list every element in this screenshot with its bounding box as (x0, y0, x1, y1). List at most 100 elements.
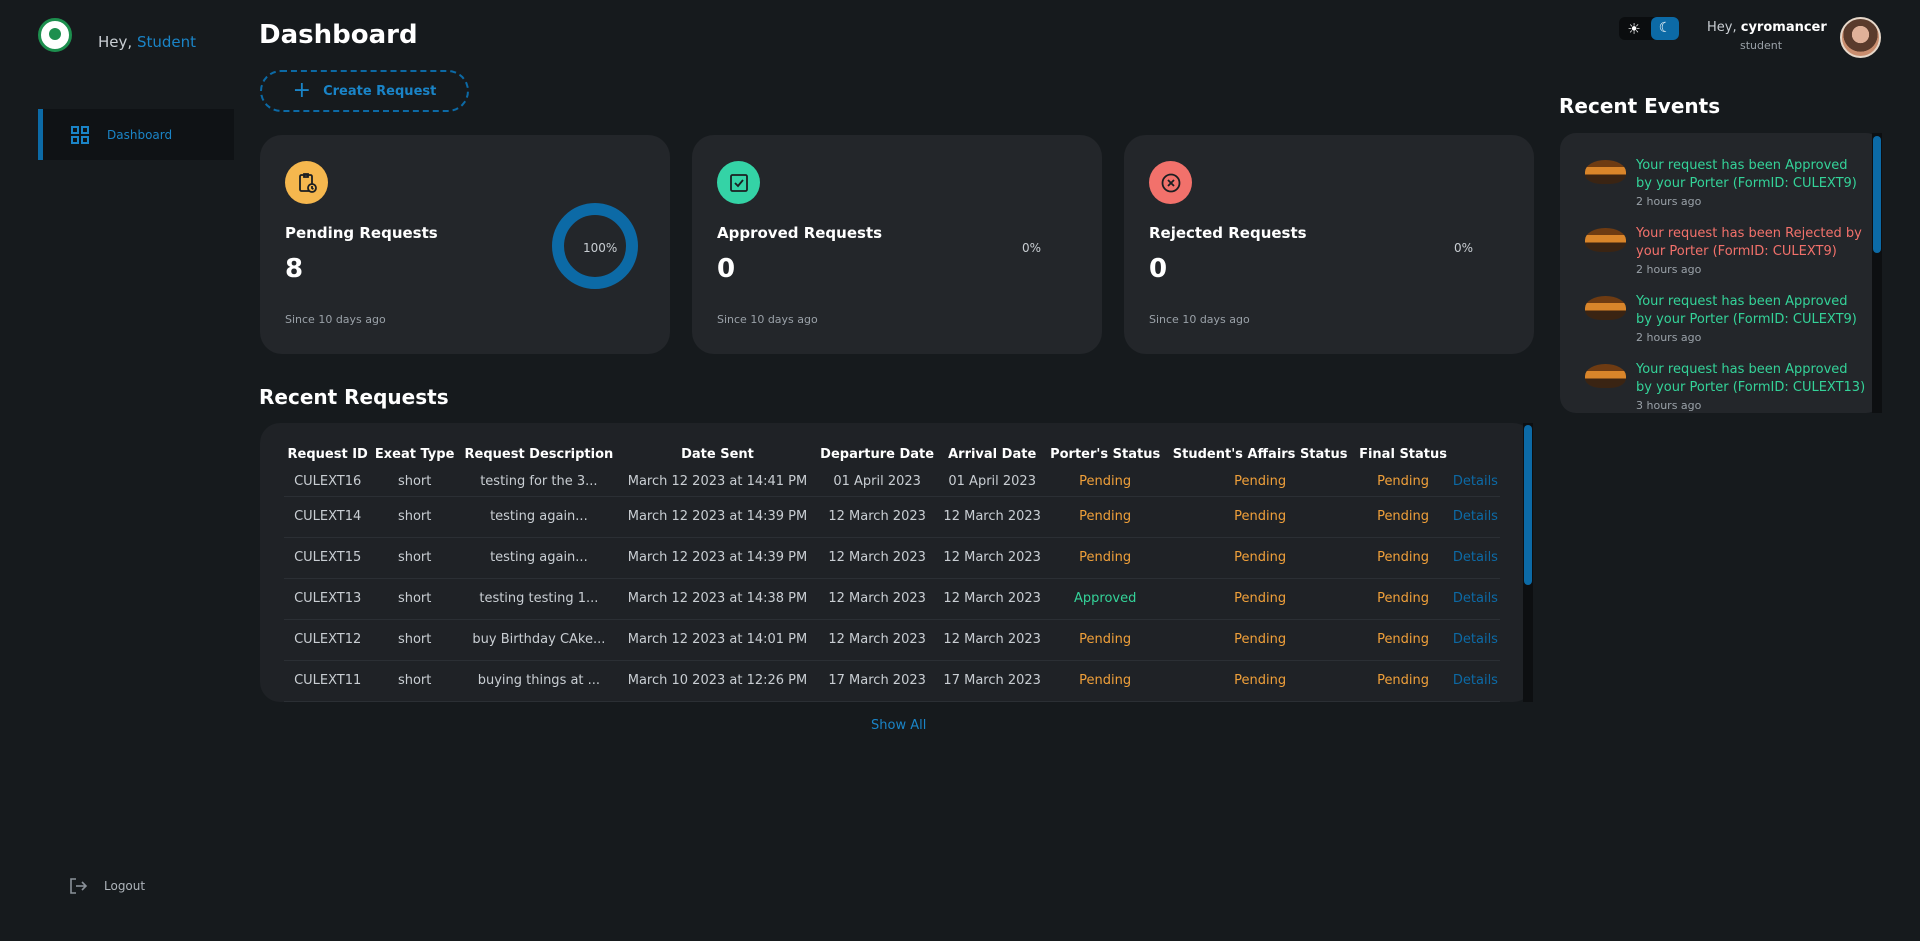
university-logo (38, 18, 72, 52)
rejected-requests-card: Rejected Requests 0 Since 10 days ago 0% (1124, 135, 1534, 354)
details-link[interactable]: Details (1450, 537, 1500, 579)
sun-icon[interactable]: ☀ (1625, 20, 1643, 38)
cell-arrival: 12 March 2023 (939, 619, 1046, 661)
porter-status-cell: Pending (1045, 468, 1166, 497)
porter-status-cell: Pending (1045, 537, 1166, 579)
column-header: Departure Date (820, 447, 935, 462)
cell-arrival: 01 April 2023 (939, 468, 1046, 497)
show-all-link[interactable]: Show All (871, 718, 926, 733)
final-status-cell: Pending (1355, 619, 1451, 661)
cell-departure: 01 April 2023 (815, 468, 940, 497)
cell-sent: March 12 2023 at 14:39 PM (619, 496, 816, 538)
details-link[interactable]: Details (1450, 496, 1500, 538)
recent-requests-title: Recent Requests (259, 385, 449, 409)
event-thumbnail (1585, 364, 1626, 388)
cell-type: short (371, 537, 458, 579)
column-header: Request ID (287, 447, 368, 462)
cell-departure: 12 March 2023 (815, 496, 940, 538)
user-name: cyromancer (1740, 20, 1827, 35)
cell-sent: March 12 2023 at 14:01 PM (619, 619, 816, 661)
logout-button[interactable]: Logout (68, 876, 145, 896)
pending-requests-card: Pending Requests 8 Since 10 days ago 100… (260, 135, 670, 354)
logout-icon (70, 878, 88, 894)
table-row: CULEXT12 short buy Birthday CAke... March 1… (284, 619, 1500, 661)
plus-icon: + (292, 78, 312, 103)
card-since: Since 10 days ago (285, 313, 386, 326)
events-scrollbar[interactable] (1872, 133, 1882, 413)
porter-status-cell: Approved (1045, 578, 1166, 620)
table-row: CULEXT15 short testing again... March 12 20… (284, 537, 1500, 579)
scrollbar-thumb[interactable] (1873, 136, 1881, 253)
cell-id: CULEXT14 (284, 496, 372, 538)
event-message: Your request has been Rejected by your P… (1636, 226, 1862, 259)
details-link[interactable]: Details (1450, 619, 1500, 661)
porter-status-cell: Pending (1045, 660, 1166, 702)
avatar[interactable] (1840, 17, 1881, 58)
card-percent: 0% (1022, 241, 1042, 255)
table-header-row: Request ID Exeat Type Request Descriptio… (284, 447, 1500, 468)
card-since: Since 10 days ago (717, 313, 818, 326)
event-thumbnail (1585, 228, 1626, 252)
greeting-prefix: Hey, (98, 33, 133, 51)
final-status-cell: Pending (1355, 537, 1451, 579)
theme-toggle[interactable]: ☀ ☾ (1619, 17, 1679, 40)
card-title: Pending Requests (285, 224, 438, 242)
event-thumbnail (1585, 296, 1626, 320)
cell-departure: 12 March 2023 (815, 578, 940, 620)
moon-icon[interactable]: ☾ (1651, 17, 1679, 40)
card-percent: 100% (583, 241, 618, 255)
requests-table: Request ID Exeat Type Request Descriptio… (284, 447, 1500, 702)
logout-label: Logout (104, 879, 146, 893)
sidebar-item-label: Dashboard (107, 127, 173, 142)
cell-id: CULEXT15 (284, 537, 372, 579)
card-title: Approved Requests (717, 224, 883, 242)
event-message: Your request has been Approved by your P… (1636, 294, 1857, 327)
table-row: CULEXT11 short buying things at ... March 1… (284, 660, 1500, 702)
details-link[interactable]: Details (1450, 660, 1500, 702)
cell-sent: March 12 2023 at 14:39 PM (619, 537, 816, 579)
column-header: Exeat Type (374, 447, 455, 462)
column-header (1451, 447, 1500, 468)
cell-id: CULEXT16 (284, 468, 372, 497)
scrollbar-thumb[interactable] (1524, 425, 1532, 585)
cell-arrival: 12 March 2023 (939, 578, 1046, 620)
table-row: CULEXT16 short testing for the 3... March 1… (284, 468, 1500, 497)
cell-type: short (371, 578, 458, 620)
card-since: Since 10 days ago (1149, 313, 1250, 326)
column-header: Final Status (1359, 447, 1447, 462)
table-row: CULEXT14 short testing again... March 12 20… (284, 496, 1500, 538)
cell-id: CULEXT11 (284, 660, 372, 702)
x-circle-icon (1149, 161, 1192, 204)
cell-id: CULEXT12 (284, 619, 372, 661)
column-header: Request Description (464, 447, 614, 462)
cell-departure: 17 March 2023 (815, 660, 940, 702)
sidebar-item-dashboard[interactable]: Dashboard (38, 109, 234, 160)
create-request-button[interactable]: + Create Request (260, 70, 469, 112)
details-link[interactable]: Details (1450, 468, 1500, 497)
porter-status-cell: Pending (1045, 619, 1166, 661)
column-header: Date Sent (681, 447, 754, 462)
sidebar-greeting: Hey, Student (98, 33, 196, 51)
app-root: Hey, Student Dashboard Logout Dashboard … (0, 0, 1920, 941)
affairs-status-cell: Pending (1165, 468, 1356, 497)
event-thumbnail (1585, 160, 1626, 184)
cell-type: short (371, 660, 458, 702)
brand (38, 18, 72, 52)
card-count: 0 (717, 254, 736, 284)
cell-departure: 12 March 2023 (815, 619, 940, 661)
requests-scrollbar[interactable] (1523, 423, 1533, 702)
user-role: student (1740, 39, 1783, 52)
cell-sent: March 12 2023 at 14:41 PM (619, 468, 816, 497)
page-title: Dashboard (259, 20, 418, 50)
cell-type: short (371, 468, 458, 497)
column-header: Student's Affairs Status (1172, 447, 1348, 462)
event-time: 3 hours ago (1636, 399, 1702, 412)
details-link[interactable]: Details (1450, 578, 1500, 620)
event-time: 2 hours ago (1636, 263, 1702, 276)
column-header: Arrival Date (948, 447, 1037, 462)
affairs-status-cell: Pending (1165, 496, 1356, 538)
cell-desc: testing again... (457, 537, 620, 579)
cell-desc: buying things at ... (457, 660, 620, 702)
event-time: 2 hours ago (1636, 195, 1702, 208)
recent-events-panel: Your request has been Approved by your P… (1560, 133, 1882, 413)
